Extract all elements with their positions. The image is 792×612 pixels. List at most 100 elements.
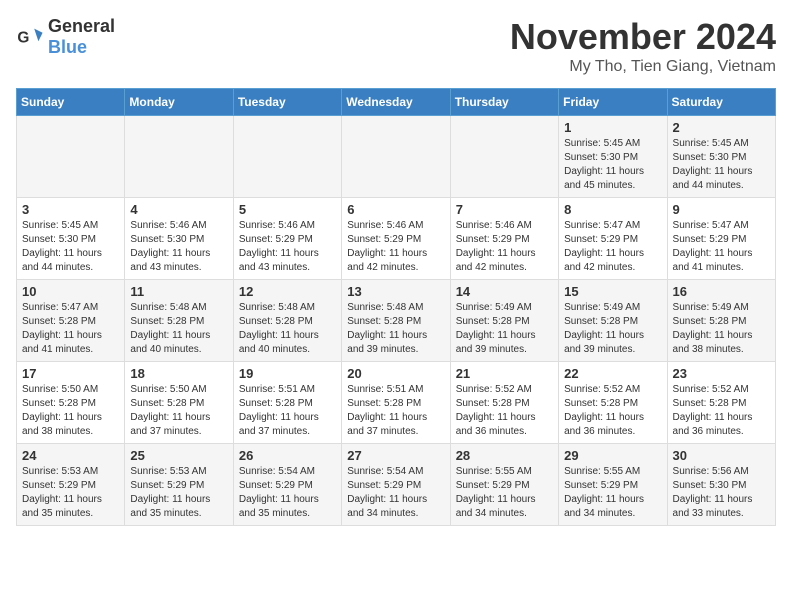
day-number: 5 [239,202,336,217]
day-number: 11 [130,284,227,299]
calendar-cell [342,116,450,198]
calendar-cell: 18 Sunrise: 5:50 AM Sunset: 5:28 PM Dayli… [125,362,233,444]
day-number: 22 [564,366,661,381]
calendar-cell: 29Sunrise: 5:55 AM Sunset: 5:29 PM Dayli… [559,444,667,526]
calendar-cell: 11 Sunrise: 5:48 AM Sunset: 5:28 PM Dayli… [125,280,233,362]
cell-content: Sunrise: 5:45 AM Sunset: 5:30 PM Dayligh… [673,137,770,193]
calendar-cell: 23 Sunrise: 5:52 AM Sunset: 5:28 PM Dayli… [667,362,775,444]
calendar-cell [125,116,233,198]
cell-content: Sunrise: 5:55 AM Sunset: 5:29 PM Dayligh… [456,465,553,521]
cell-content: Sunrise: 5:47 AM Sunset: 5:28 PM Dayligh… [22,301,119,357]
calendar-cell: 10 Sunrise: 5:47 AM Sunset: 5:28 PM Dayli… [17,280,125,362]
cell-content: Sunrise: 5:51 AM Sunset: 5:28 PM Dayligh… [239,383,336,439]
calendar-cell: 12 Sunrise: 5:48 AM Sunset: 5:28 PM Dayli… [233,280,341,362]
calendar-cell: 20 Sunrise: 5:51 AM Sunset: 5:28 PM Dayli… [342,362,450,444]
cell-content: Sunrise: 5:46 AM Sunset: 5:29 PM Dayligh… [347,219,444,275]
calendar-cell: 2 Sunrise: 5:45 AM Sunset: 5:30 PM Daylig… [667,116,775,198]
header-day-sunday: Sunday [17,89,125,116]
calendar-cell: 16 Sunrise: 5:49 AM Sunset: 5:28 PM Dayli… [667,280,775,362]
calendar-week-1: 1 Sunrise: 5:45 AM Sunset: 5:30 PM Daylig… [17,116,776,198]
day-number: 19 [239,366,336,381]
day-number: 9 [673,202,770,217]
header-day-tuesday: Tuesday [233,89,341,116]
calendar-cell [17,116,125,198]
calendar-cell: 5 Sunrise: 5:46 AM Sunset: 5:29 PM Daylig… [233,198,341,280]
calendar-cell: 21 Sunrise: 5:52 AM Sunset: 5:28 PM Dayli… [450,362,558,444]
header-day-wednesday: Wednesday [342,89,450,116]
day-number: 4 [130,202,227,217]
calendar-cell [233,116,341,198]
day-number: 30 [673,448,770,463]
cell-content: Sunrise: 5:45 AM Sunset: 5:30 PM Dayligh… [564,137,661,193]
calendar-cell: 13Sunrise: 5:48 AM Sunset: 5:28 PM Dayli… [342,280,450,362]
cell-content: Sunrise: 5:52 AM Sunset: 5:28 PM Dayligh… [456,383,553,439]
day-number: 17 [22,366,119,381]
day-number: 25 [130,448,227,463]
cell-content: Sunrise: 5:52 AM Sunset: 5:28 PM Dayligh… [564,383,661,439]
day-number: 18 [130,366,227,381]
calendar-cell: 1 Sunrise: 5:45 AM Sunset: 5:30 PM Daylig… [559,116,667,198]
cell-content: Sunrise: 5:48 AM Sunset: 5:28 PM Dayligh… [130,301,227,357]
day-number: 6 [347,202,444,217]
cell-content: Sunrise: 5:48 AM Sunset: 5:28 PM Dayligh… [239,301,336,357]
calendar-cell: 26Sunrise: 5:54 AM Sunset: 5:29 PM Dayli… [233,444,341,526]
header-day-monday: Monday [125,89,233,116]
cell-content: Sunrise: 5:49 AM Sunset: 5:28 PM Dayligh… [456,301,553,357]
calendar-week-4: 17 Sunrise: 5:50 AM Sunset: 5:28 PM Dayli… [17,362,776,444]
logo-icon: G [16,23,44,51]
day-number: 1 [564,120,661,135]
cell-content: Sunrise: 5:46 AM Sunset: 5:30 PM Dayligh… [130,219,227,275]
cell-content: Sunrise: 5:47 AM Sunset: 5:29 PM Dayligh… [673,219,770,275]
calendar-cell: 14 Sunrise: 5:49 AM Sunset: 5:28 PM Dayli… [450,280,558,362]
day-number: 2 [673,120,770,135]
calendar-cell: 27Sunrise: 5:54 AM Sunset: 5:29 PM Dayli… [342,444,450,526]
day-number: 16 [673,284,770,299]
cell-content: Sunrise: 5:45 AM Sunset: 5:30 PM Dayligh… [22,219,119,275]
day-number: 21 [456,366,553,381]
day-number: 29 [564,448,661,463]
cell-content: Sunrise: 5:48 AM Sunset: 5:28 PM Dayligh… [347,301,444,357]
calendar-cell: 28Sunrise: 5:55 AM Sunset: 5:29 PM Dayli… [450,444,558,526]
logo: G General Blue [16,16,115,58]
day-number: 23 [673,366,770,381]
cell-content: Sunrise: 5:49 AM Sunset: 5:28 PM Dayligh… [673,301,770,357]
cell-content: Sunrise: 5:52 AM Sunset: 5:28 PM Dayligh… [673,383,770,439]
cell-content: Sunrise: 5:50 AM Sunset: 5:28 PM Dayligh… [130,383,227,439]
day-number: 3 [22,202,119,217]
cell-content: Sunrise: 5:46 AM Sunset: 5:29 PM Dayligh… [239,219,336,275]
title-area: November 2024 My Tho, Tien Giang, Vietna… [510,16,776,76]
calendar-cell: 15Sunrise: 5:49 AM Sunset: 5:28 PM Dayli… [559,280,667,362]
calendar-cell: 19 Sunrise: 5:51 AM Sunset: 5:28 PM Dayli… [233,362,341,444]
logo-blue: Blue [48,37,87,57]
calendar-header: SundayMondayTuesdayWednesdayThursdayFrid… [17,89,776,116]
calendar-cell: 4 Sunrise: 5:46 AM Sunset: 5:30 PM Daylig… [125,198,233,280]
day-number: 20 [347,366,444,381]
calendar-cell: 30 Sunrise: 5:56 AM Sunset: 5:30 PM Dayli… [667,444,775,526]
header-day-thursday: Thursday [450,89,558,116]
day-number: 12 [239,284,336,299]
calendar-cell: 9 Sunrise: 5:47 AM Sunset: 5:29 PM Daylig… [667,198,775,280]
day-number: 24 [22,448,119,463]
logo-general: General [48,16,115,36]
day-number: 7 [456,202,553,217]
calendar-table: SundayMondayTuesdayWednesdayThursdayFrid… [16,88,776,526]
header: G General Blue November 2024 My Tho, Tie… [16,16,776,76]
page-title: November 2024 [510,16,776,58]
header-day-friday: Friday [559,89,667,116]
calendar-week-5: 24Sunrise: 5:53 AM Sunset: 5:29 PM Dayli… [17,444,776,526]
page-subtitle: My Tho, Tien Giang, Vietnam [510,58,776,76]
header-day-saturday: Saturday [667,89,775,116]
day-number: 14 [456,284,553,299]
calendar-week-3: 10 Sunrise: 5:47 AM Sunset: 5:28 PM Dayli… [17,280,776,362]
svg-text:G: G [17,30,29,47]
cell-content: Sunrise: 5:56 AM Sunset: 5:30 PM Dayligh… [673,465,770,521]
calendar-cell: 7 Sunrise: 5:46 AM Sunset: 5:29 PM Daylig… [450,198,558,280]
cell-content: Sunrise: 5:51 AM Sunset: 5:28 PM Dayligh… [347,383,444,439]
day-number: 15 [564,284,661,299]
calendar-cell: 8Sunrise: 5:47 AM Sunset: 5:29 PM Daylig… [559,198,667,280]
calendar-cell [450,116,558,198]
cell-content: Sunrise: 5:46 AM Sunset: 5:29 PM Dayligh… [456,219,553,275]
calendar-cell: 25Sunrise: 5:53 AM Sunset: 5:29 PM Dayli… [125,444,233,526]
cell-content: Sunrise: 5:50 AM Sunset: 5:28 PM Dayligh… [22,383,119,439]
day-number: 10 [22,284,119,299]
